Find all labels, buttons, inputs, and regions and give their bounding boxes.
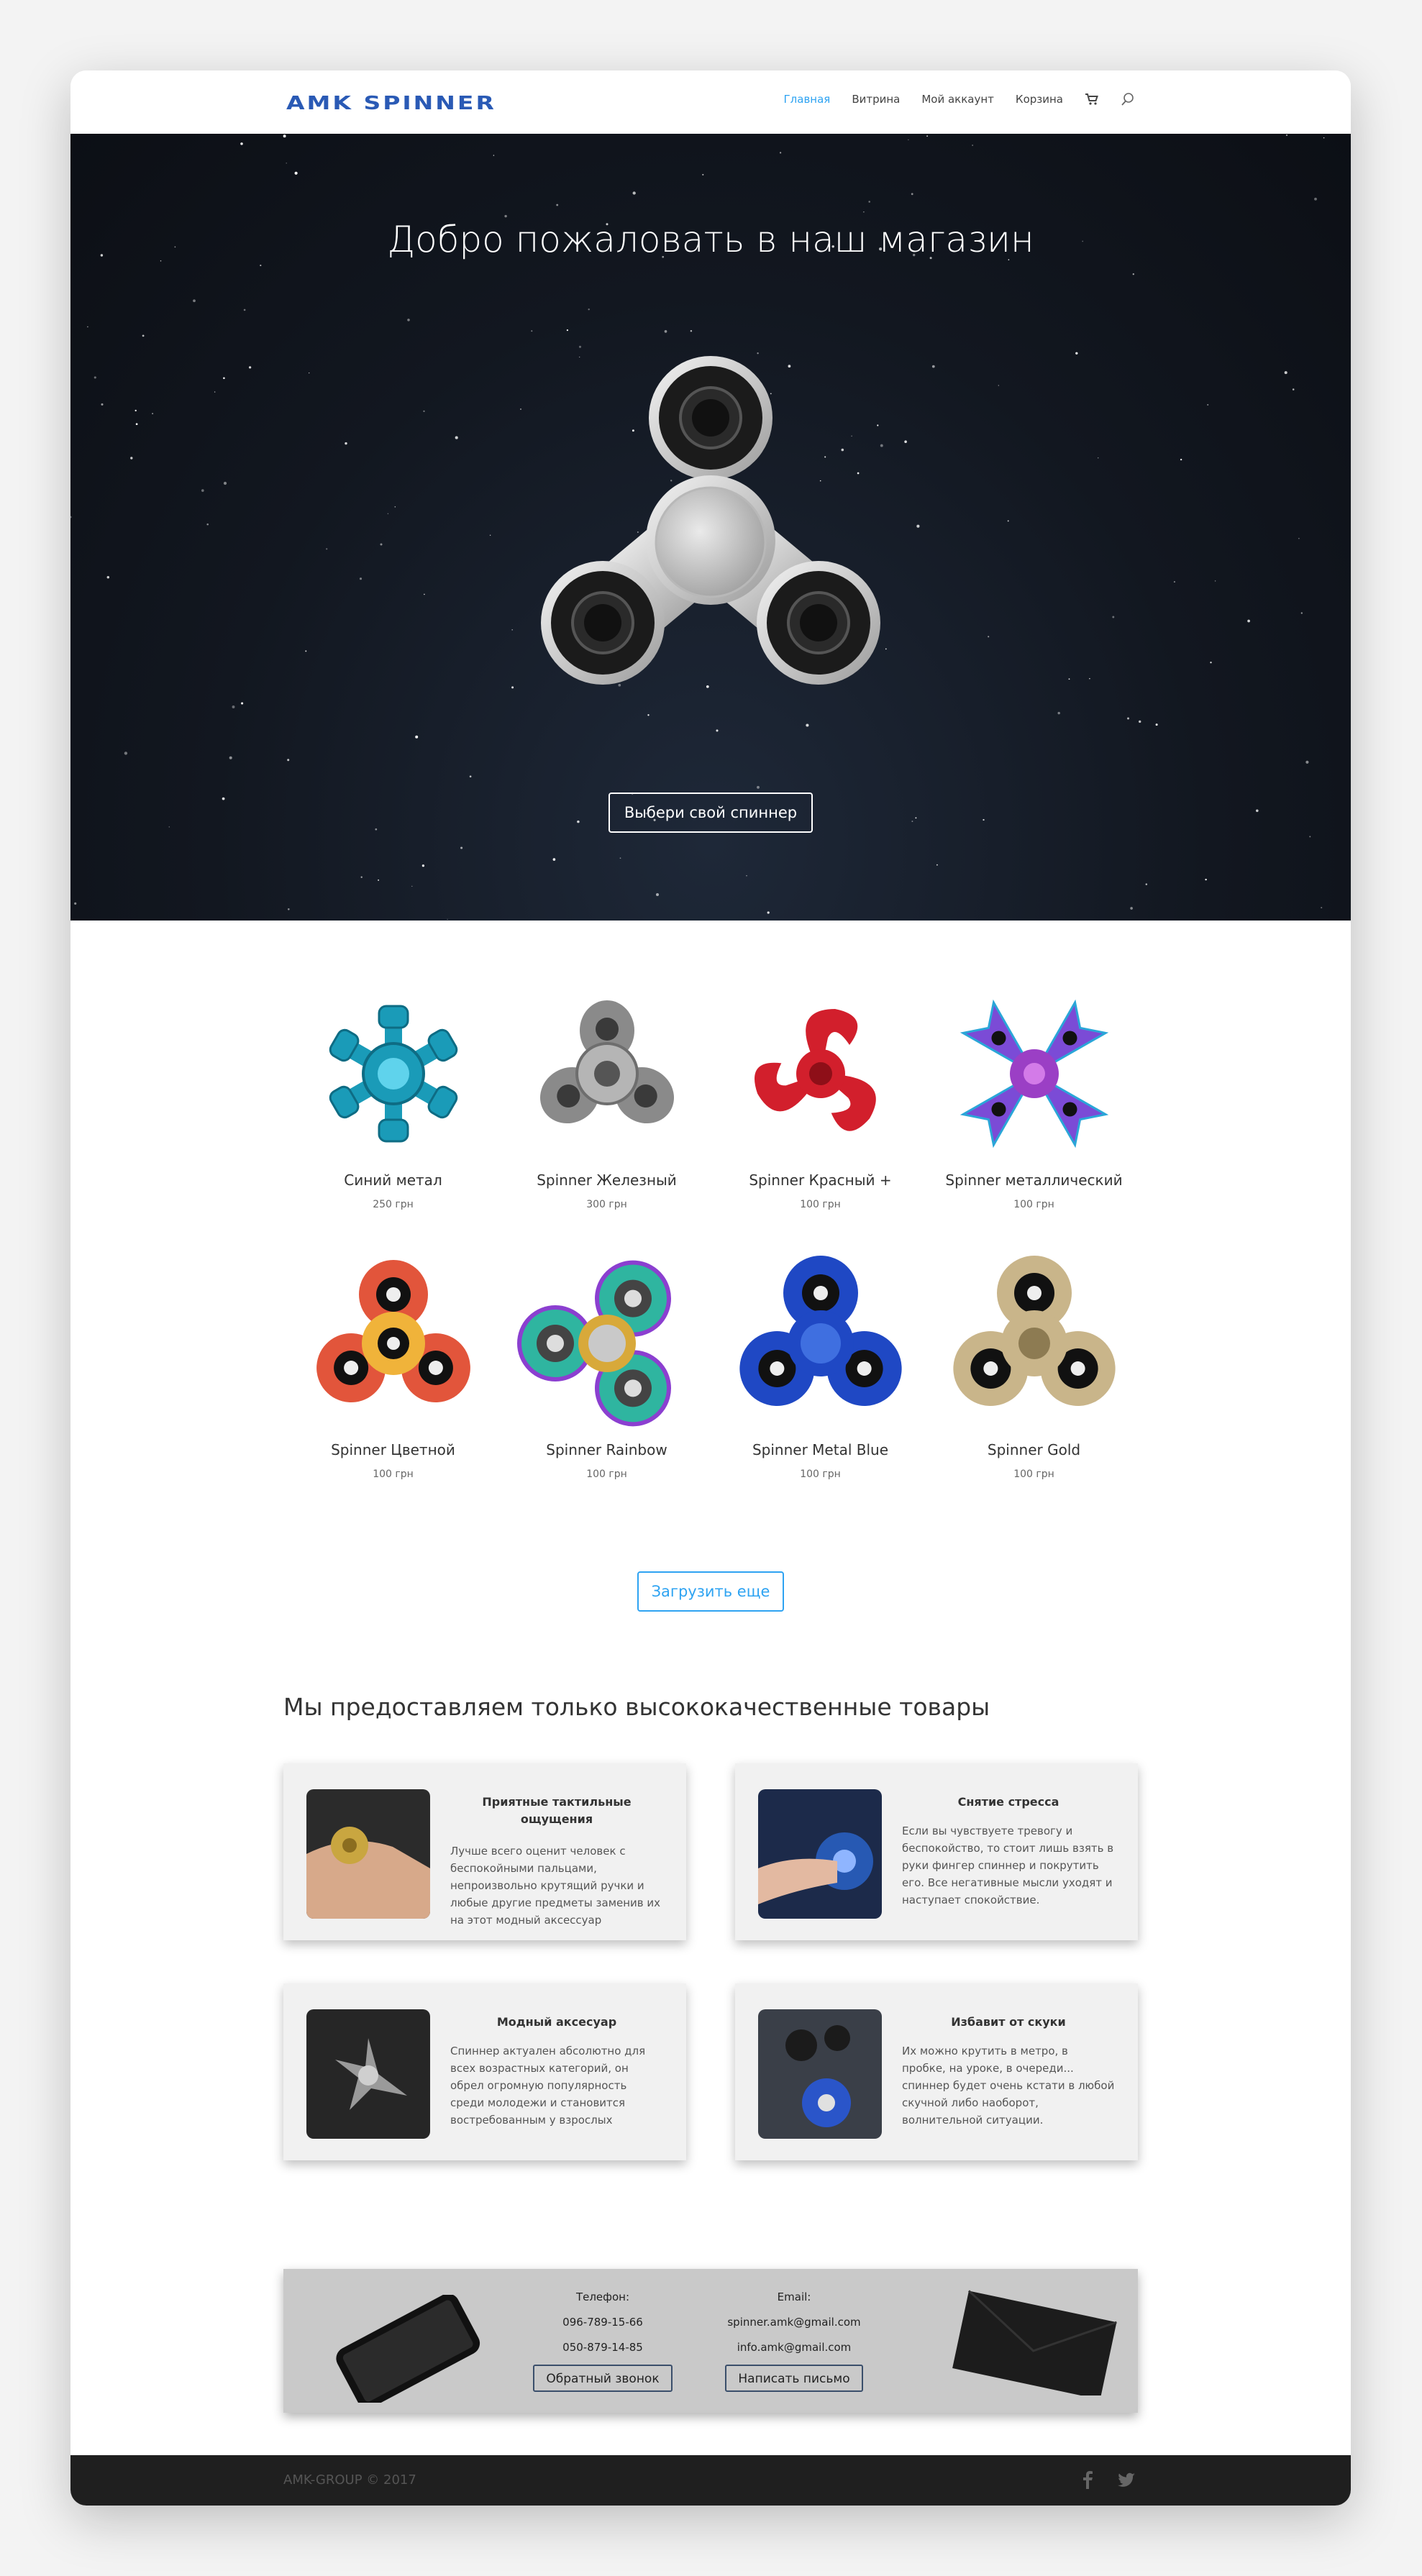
- product-image[interactable]: [514, 980, 701, 1167]
- phone-number[interactable]: 096-789-15-66: [531, 2310, 675, 2335]
- email-block: Email: spinner.amk@gmail.com info.amk@gm…: [708, 2285, 880, 2392]
- product-grid: Синий метал 250 грн Spinner Железный 300 гр…: [286, 980, 1141, 1480]
- product-name[interactable]: Spinner Metal Blue: [714, 1441, 927, 1458]
- product-image[interactable]: [300, 980, 487, 1167]
- feature-card-tactile: Приятные тактильные ощущения Лучше всего…: [283, 1763, 686, 1940]
- load-more-button[interactable]: Загрузить еще: [637, 1571, 784, 1612]
- feature-card-stress: Снятие стресса Если вы чувствуете тревог…: [735, 1763, 1138, 1940]
- product-name[interactable]: Spinner металлический: [927, 1171, 1141, 1189]
- product-name[interactable]: Spinner Rainbow: [500, 1441, 714, 1458]
- product-name[interactable]: Синий метал: [286, 1171, 500, 1189]
- product-image[interactable]: [300, 1250, 487, 1437]
- product-card[interactable]: Spinner Красный + 100 грн: [714, 980, 927, 1210]
- feature-image-hand-spinner: [306, 1789, 430, 1919]
- email-address[interactable]: info.amk@gmail.com: [708, 2335, 880, 2360]
- feature-text: Спиннер актуален абсолютно для всех возр…: [450, 2045, 646, 2127]
- feature-image-spinners: [758, 2009, 882, 2139]
- hero-title: Добро пожаловать в наш магазин: [387, 219, 1034, 260]
- feature-title: Модный аксесуар: [496, 2015, 617, 2029]
- site-header: AMK SPINNER Главная Витрина Мой аккаунт …: [70, 70, 1351, 134]
- product-name[interactable]: Spinner Gold: [927, 1441, 1141, 1458]
- copyright: AMK-GROUP © 2017: [283, 2472, 416, 2488]
- twitter-icon[interactable]: [1116, 2470, 1136, 2490]
- choose-spinner-button[interactable]: Выбери свой спиннер: [609, 793, 813, 833]
- facebook-icon[interactable]: [1077, 2470, 1098, 2490]
- product-image[interactable]: [727, 980, 914, 1167]
- product-price: 100 грн: [373, 1469, 414, 1480]
- feature-text: Если вы чувствуете тревогу и беспокойств…: [902, 1824, 1114, 1906]
- cart-icon[interactable]: [1085, 92, 1099, 106]
- product-price: 100 грн: [1013, 1199, 1054, 1210]
- feature-image-blue-spinner: [758, 1789, 882, 1919]
- product-price: 300 грн: [586, 1199, 627, 1210]
- feature-card-boredom: Избавит от скуки Их можно крутить в метр…: [735, 1983, 1138, 2160]
- product-card[interactable]: Spinner Цветной 100 грн: [286, 1250, 500, 1480]
- logo-text: AMK SPINNER: [286, 92, 496, 114]
- feature-image-metal-spinner: [306, 2009, 430, 2139]
- product-image[interactable]: [514, 1250, 701, 1437]
- nav-item-cart[interactable]: Корзина: [1016, 93, 1063, 106]
- product-card[interactable]: Синий метал 250 грн: [286, 980, 500, 1210]
- product-name[interactable]: Spinner Красный +: [714, 1171, 927, 1189]
- hero-spinner-image: [541, 356, 880, 685]
- phone-number[interactable]: 050-879-14-85: [531, 2335, 675, 2360]
- quality-heading: Мы предоставляем только высококачественн…: [283, 1693, 990, 1721]
- email-address[interactable]: spinner.amk@gmail.com: [708, 2310, 880, 2335]
- page: AMK SPINNER Главная Витрина Мой аккаунт …: [70, 70, 1351, 2506]
- contacts-panel: Телефон: 096-789-15-66 050-879-14-85 Обр…: [283, 2269, 1138, 2413]
- search-icon[interactable]: [1121, 92, 1135, 106]
- feature-text: Их можно крутить в метро, в пробке, на у…: [902, 2045, 1115, 2127]
- product-image[interactable]: [941, 980, 1128, 1167]
- email-label: Email:: [777, 2290, 811, 2303]
- product-card[interactable]: Spinner Metal Blue 100 грн: [714, 1250, 927, 1480]
- feature-card-fashion: Модный аксесуар Спиннер актуален абсолют…: [283, 1983, 686, 2160]
- product-card[interactable]: Spinner металлический 100 грн: [927, 980, 1141, 1210]
- nav-item-showcase[interactable]: Витрина: [852, 93, 900, 106]
- callback-button[interactable]: Обратный звонок: [533, 2365, 673, 2392]
- phone-image: [336, 2295, 480, 2403]
- product-price: 250 грн: [373, 1199, 414, 1210]
- product-image[interactable]: [941, 1250, 1128, 1437]
- nav-item-account[interactable]: Мой аккаунт: [921, 93, 994, 106]
- hero-section: Добро пожаловать в наш магазин Выбери св…: [70, 134, 1351, 921]
- product-name[interactable]: Spinner Цветной: [286, 1441, 500, 1458]
- envelope-image: [952, 2290, 1117, 2395]
- product-price: 100 грн: [1013, 1469, 1054, 1480]
- phone-block: Телефон: 096-789-15-66 050-879-14-85 Обр…: [531, 2285, 675, 2392]
- write-email-button[interactable]: Написать письмо: [725, 2365, 863, 2392]
- nav-item-home[interactable]: Главная: [784, 93, 831, 106]
- product-image[interactable]: [727, 1250, 914, 1437]
- feature-text: Лучше всего оценит человек с беспокойным…: [450, 1845, 661, 1927]
- product-card[interactable]: Spinner Gold 100 грн: [927, 1250, 1141, 1480]
- logo[interactable]: AMK SPINNER: [286, 89, 545, 118]
- product-price: 100 грн: [800, 1199, 841, 1210]
- feature-title: Избавит от скуки: [951, 2015, 1066, 2029]
- product-price: 100 грн: [800, 1469, 841, 1480]
- product-card[interactable]: Spinner Rainbow 100 грн: [500, 1250, 714, 1480]
- feature-title: Приятные тактильные ощущения: [482, 1795, 632, 1826]
- product-price: 100 грн: [586, 1469, 627, 1480]
- site-footer: AMK-GROUP © 2017: [70, 2455, 1351, 2506]
- main-nav: Главная Витрина Мой аккаунт Корзина: [784, 92, 1135, 106]
- feature-title: Снятие стресса: [957, 1795, 1059, 1809]
- phone-label: Телефон:: [575, 2290, 630, 2303]
- product-card[interactable]: Spinner Железный 300 грн: [500, 980, 714, 1210]
- product-name[interactable]: Spinner Железный: [500, 1171, 714, 1189]
